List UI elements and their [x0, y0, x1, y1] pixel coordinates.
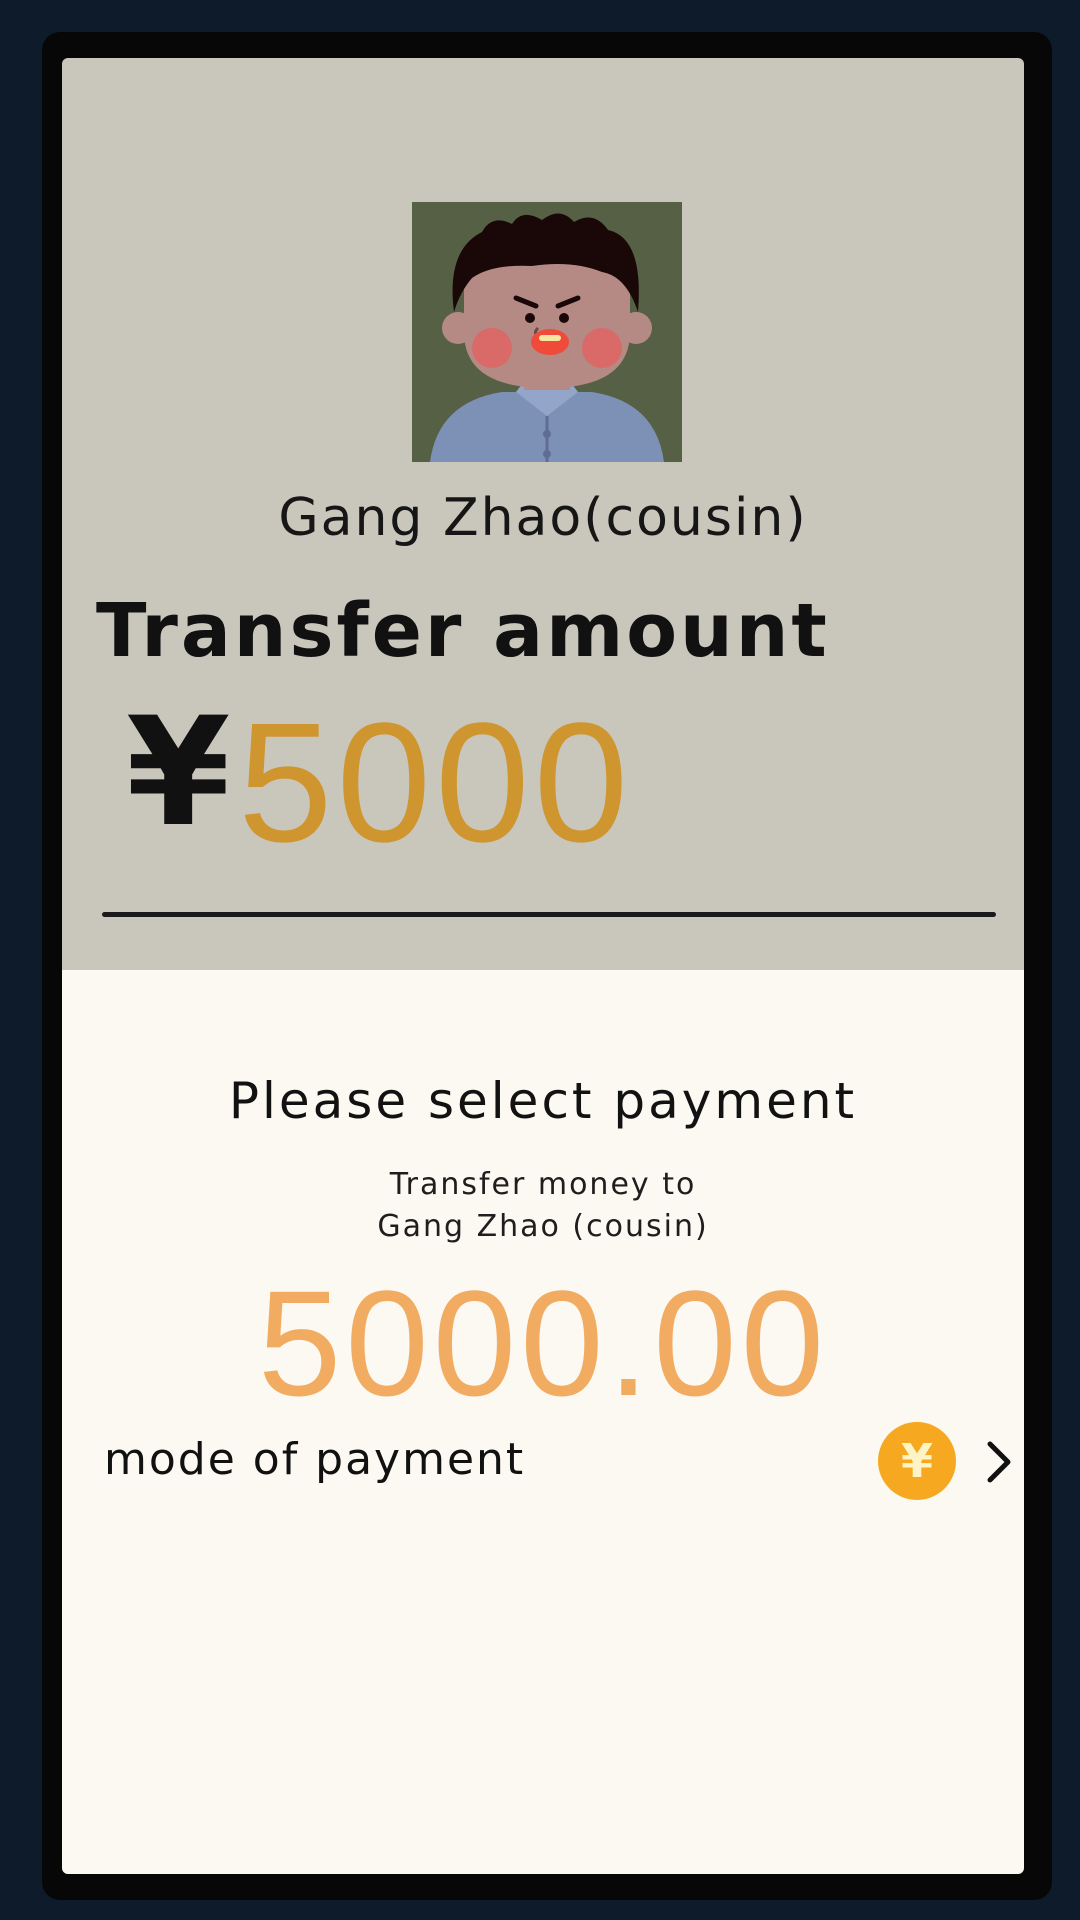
- phone-frame: Gang Zhao(cousin) Transfer amount ¥ 5000…: [42, 32, 1052, 1900]
- payment-mode-row[interactable]: mode of payment ¥: [62, 1418, 1024, 1508]
- transfer-to-line2: Gang Zhao (cousin): [377, 1209, 709, 1244]
- contact-avatar: [412, 202, 682, 462]
- payment-mode-label: mode of payment: [104, 1434, 526, 1485]
- amount-input[interactable]: 5000: [238, 698, 632, 868]
- payment-sheet-title: Please select payment: [228, 1072, 858, 1130]
- transfer-panel: Gang Zhao(cousin) Transfer amount ¥ 5000: [62, 58, 1024, 970]
- transfer-amount-label: Transfer amount: [96, 588, 830, 674]
- chevron-right-icon[interactable]: [982, 1432, 1016, 1492]
- transfer-to-line1: Transfer money to: [389, 1167, 697, 1202]
- currency-symbol: ¥: [126, 686, 231, 860]
- screen: Gang Zhao(cousin) Transfer amount ¥ 5000…: [62, 58, 1024, 1874]
- transfer-recipient-text: Transfer money to Gang Zhao (cousin): [62, 1164, 1024, 1248]
- yuan-coin-icon[interactable]: ¥: [878, 1422, 956, 1500]
- payment-amount: 5000.00: [257, 1259, 829, 1427]
- contact-name: Gang Zhao(cousin): [278, 488, 808, 548]
- amount-underline: [102, 912, 996, 917]
